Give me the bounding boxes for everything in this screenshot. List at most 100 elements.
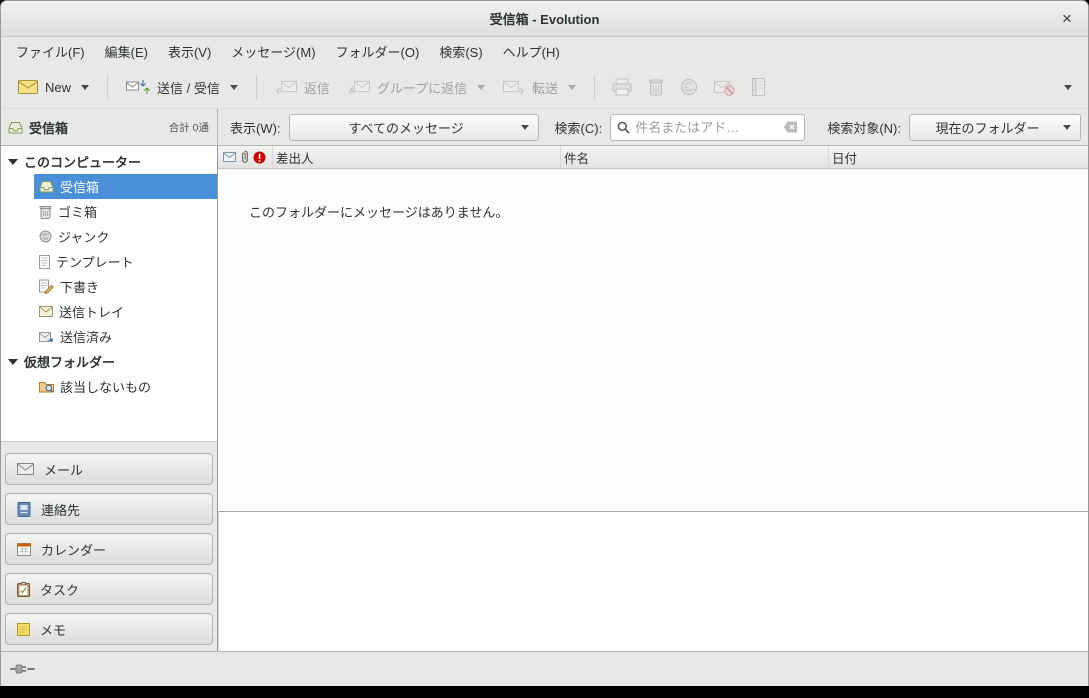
menu-message[interactable]: メッセージ(M) [221, 37, 325, 66]
menu-view[interactable]: 表示(V) [158, 37, 221, 66]
search-icon [617, 121, 630, 134]
switcher-tasks[interactable]: タスク [5, 573, 213, 605]
search-entry[interactable] [610, 114, 805, 141]
menu-search[interactable]: 検索(S) [429, 37, 492, 66]
desktop-edge [0, 686, 1089, 698]
search-scope-dropdown[interactable]: 現在のフォルダー [909, 114, 1081, 141]
empty-folder-message: このフォルダーにメッセージはありません。 [249, 205, 508, 220]
message-total-count: 合計 0通 [169, 120, 209, 135]
view-switcher: メール 連絡先 カレンダー [1, 441, 217, 651]
toolbar-separator [256, 75, 257, 100]
expander-icon[interactable] [8, 359, 18, 365]
print-button[interactable] [604, 71, 640, 103]
drafts-pencil-icon [39, 279, 54, 294]
folder-inbox[interactable]: 受信箱 [34, 174, 217, 199]
attachment-icon [240, 150, 249, 164]
notebook-icon [751, 78, 766, 96]
current-folder-name: 受信箱 [29, 118, 68, 137]
send-receive-label: 送信 / 受信 [157, 78, 220, 97]
clear-search-icon[interactable] [783, 121, 798, 133]
column-label: 日付 [832, 148, 857, 167]
search-label: 検索(C): [555, 118, 603, 137]
message-pane: 差出人 件名 日付 このフォルダーにメッセージはありません。 [218, 146, 1088, 651]
switcher-label: タスク [40, 580, 79, 599]
toolbar-separator [107, 75, 108, 100]
column-header-subject[interactable]: 件名 [561, 146, 829, 168]
reply-button[interactable]: 返信 [266, 71, 339, 104]
menu-help[interactable]: ヘルプ(H) [493, 37, 570, 66]
new-button[interactable]: New [9, 73, 98, 102]
memo-note-icon [17, 623, 30, 636]
search-input[interactable] [635, 120, 778, 135]
group-reply-dropdown-arrow[interactable] [477, 85, 485, 90]
folder-unmatched[interactable]: 該当しないもの [1, 374, 217, 399]
switcher-label: メモ [40, 620, 66, 639]
folder-label: ゴミ箱 [58, 202, 97, 221]
group-search-folders[interactable]: 仮想フォルダー [1, 349, 217, 374]
expander-icon[interactable] [8, 159, 18, 165]
show-filter-dropdown[interactable]: すべてのメッセージ [289, 114, 539, 141]
overflow-arrow-icon [1064, 85, 1072, 90]
message-list[interactable]: このフォルダーにメッセージはありません。 [218, 169, 1088, 511]
search-folder-icon [39, 380, 54, 393]
close-button[interactable]: × [1056, 8, 1078, 30]
trash-icon [39, 205, 52, 219]
online-status-icon[interactable] [10, 663, 36, 675]
menu-folder[interactable]: フォルダー(O) [326, 37, 430, 66]
calendar-icon [17, 542, 31, 556]
inbox-icon [39, 180, 54, 193]
addressbook-button[interactable] [743, 71, 774, 103]
switcher-contacts[interactable]: 連絡先 [5, 493, 213, 525]
send-receive-icon [126, 79, 150, 95]
forward-dropdown-arrow[interactable] [568, 85, 576, 90]
forward-button[interactable]: 転送 [494, 71, 585, 104]
menu-file[interactable]: ファイル(F) [6, 37, 95, 66]
junk-button[interactable] [672, 71, 706, 103]
contacts-icon [17, 502, 31, 517]
menu-edit[interactable]: 編集(E) [95, 37, 158, 66]
group-this-computer[interactable]: このコンピューター [1, 149, 217, 174]
show-filter-value: すべてのメッセージ [299, 118, 514, 137]
delete-button[interactable] [640, 71, 672, 103]
folder-outbox[interactable]: 送信トレイ [1, 299, 217, 324]
folder-trash[interactable]: ゴミ箱 [1, 199, 217, 224]
folder-junk[interactable]: ジャンク [1, 224, 217, 249]
folder-sent[interactable]: 送信済み [1, 324, 217, 349]
reply-label: 返信 [304, 78, 330, 97]
toolbar-overflow-button[interactable] [1053, 78, 1080, 97]
folder-drafts[interactable]: 下書き [1, 274, 217, 299]
folder-label: ジャンク [58, 227, 109, 246]
tasks-clipboard-icon [17, 582, 30, 597]
switcher-label: 連絡先 [41, 500, 80, 519]
switcher-memos[interactable]: メモ [5, 613, 213, 645]
evolution-window: 受信箱 - Evolution × ファイル(F) 編集(E) 表示(V) メッ… [0, 0, 1089, 686]
send-receive-dropdown-arrow[interactable] [230, 85, 238, 90]
switcher-label: カレンダー [41, 540, 106, 559]
folder-label: テンプレート [56, 252, 134, 271]
mail-status-icon [223, 152, 236, 162]
junk-ball-icon [39, 230, 52, 243]
send-receive-button[interactable]: 送信 / 受信 [117, 71, 247, 104]
group-reply-button[interactable]: グループに返信 [339, 71, 494, 104]
column-header-date[interactable]: 日付 [829, 146, 1088, 168]
forward-label: 転送 [532, 78, 558, 97]
mail-cancel-icon [714, 79, 735, 96]
folder-label: 受信箱 [60, 177, 99, 196]
chevron-down-icon [1063, 125, 1071, 130]
new-mail-icon [18, 80, 38, 94]
content-area: このコンピューター 受信箱 ゴミ箱 [1, 146, 1088, 651]
status-columns-header[interactable] [218, 146, 273, 168]
preview-pane[interactable] [218, 511, 1088, 651]
switcher-calendar[interactable]: カレンダー [5, 533, 213, 565]
titlebar[interactable]: 受信箱 - Evolution × [1, 1, 1088, 37]
folder-label: 送信済み [60, 327, 112, 346]
important-icon [253, 151, 266, 164]
folder-sidebar: このコンピューター 受信箱 ゴミ箱 [1, 146, 218, 651]
switcher-mail[interactable]: メール [5, 453, 213, 485]
column-header-from[interactable]: 差出人 [273, 146, 561, 168]
folder-label: 該当しないもの [60, 377, 151, 396]
message-list-header: 差出人 件名 日付 [218, 146, 1088, 169]
new-dropdown-arrow[interactable] [81, 85, 89, 90]
folder-templates[interactable]: テンプレート [1, 249, 217, 274]
not-junk-button[interactable] [706, 72, 743, 103]
